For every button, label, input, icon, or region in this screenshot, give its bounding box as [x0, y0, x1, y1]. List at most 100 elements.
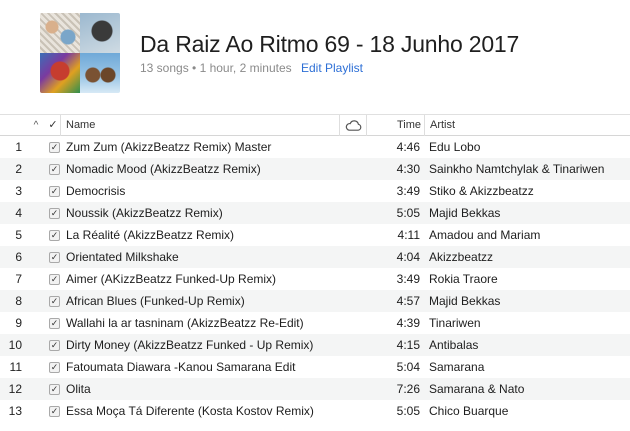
track-artist: Edu Lobo — [429, 140, 481, 154]
checkmark-icon: ✓ — [49, 274, 60, 285]
track-time: 4:39 — [396, 316, 420, 330]
track-number: 13 — [8, 404, 22, 418]
checkmark-icon: ✓ — [49, 186, 60, 197]
track-artist: Rokia Traore — [429, 272, 498, 286]
track-checkbox[interactable]: ✓ — [47, 136, 61, 158]
track-time: 4:04 — [396, 250, 420, 264]
table-row[interactable]: 11 ✓ Fatoumata Diawara -Kanou Samarana Edi… — [0, 356, 630, 378]
sort-arrow-icon[interactable]: ^ — [27, 115, 45, 136]
track-number: 1 — [15, 140, 22, 154]
track-name: Nomadic Mood (AkizzBeatzz Remix) — [66, 162, 261, 176]
table-row[interactable]: 13 ✓ Essa Moça Tá Diferente (Kosta Kostov … — [0, 400, 630, 422]
track-checkbox[interactable]: ✓ — [47, 378, 61, 400]
track-checkbox[interactable]: ✓ — [47, 224, 61, 246]
track-checkbox[interactable]: ✓ — [47, 290, 61, 312]
column-header-check[interactable]: ✓ — [45, 115, 61, 136]
track-time: 4:15 — [396, 338, 420, 352]
album-art-3 — [40, 53, 80, 93]
track-checkbox[interactable]: ✓ — [47, 312, 61, 334]
track-time: 4:30 — [396, 162, 420, 176]
track-name: Orientated Milkshake — [66, 250, 179, 264]
album-art-1 — [40, 13, 80, 53]
table-row[interactable]: 12 ✓ Olita 7:26 Samarana & Nato — [0, 378, 630, 400]
playlist-artwork[interactable] — [40, 13, 120, 93]
column-header-cloud[interactable] — [339, 115, 366, 136]
track-time: 5:04 — [396, 360, 420, 374]
track-name: Dirty Money (AkizzBeatzz Funked - Up Rem… — [66, 338, 314, 352]
track-artist: Majid Bekkas — [429, 206, 501, 220]
track-time: 5:05 — [396, 206, 420, 220]
track-artist: Samarana — [429, 360, 485, 374]
checkmark-icon: ✓ — [49, 230, 60, 241]
album-art-2 — [80, 13, 120, 53]
track-checkbox[interactable]: ✓ — [47, 400, 61, 422]
table-row[interactable]: 8 ✓ African Blues (Funked-Up Remix) 4:57 Maj… — [0, 290, 630, 312]
checkmark-icon: ✓ — [49, 318, 60, 329]
track-number: 9 — [15, 316, 22, 330]
track-name: La Réalité (AkizzBeatzz Remix) — [66, 228, 235, 242]
playlist-title: Da Raiz Ao Ritmo 69 - 18 Junho 2017 — [140, 31, 520, 57]
track-artist: Tinariwen — [429, 316, 481, 330]
table-row[interactable]: 6 ✓ Orientated Milkshake 4:04 Akizzbeatzz — [0, 246, 630, 268]
track-artist: Samarana & Nato — [429, 382, 525, 396]
track-checkbox[interactable]: ✓ — [47, 202, 61, 224]
track-number: 11 — [9, 360, 22, 374]
column-header-name[interactable]: Name — [60, 115, 339, 136]
edit-playlist-link[interactable]: Edit Playlist — [301, 61, 363, 75]
track-artist: Majid Bekkas — [429, 294, 501, 308]
track-time: 3:49 — [396, 184, 420, 198]
table-row[interactable]: 1 ✓ Zum Zum (AkizzBeatzz Remix) Master 4:46… — [0, 136, 630, 158]
table-row[interactable]: 10 ✓ Dirty Money (AkizzBeatzz Funked - Up … — [0, 334, 630, 356]
table-row[interactable]: 3 ✓ Democrisis 3:49 Stiko & Akizzbeatzz — [0, 180, 630, 202]
table-row[interactable]: 4 ✓ Noussik (AkizzBeatzz Remix) 5:05 Majid B… — [0, 202, 630, 224]
track-time: 4:46 — [396, 140, 420, 154]
checkmark-icon: ✓ — [49, 362, 60, 373]
track-number: 5 — [15, 228, 22, 242]
track-number: 4 — [15, 206, 22, 220]
track-name: Zum Zum (AkizzBeatzz Remix) Master — [66, 140, 272, 154]
track-artist: Sainkho Namtchylak & Tinariwen — [429, 162, 605, 176]
track-number: 6 — [15, 250, 22, 264]
track-checkbox[interactable]: ✓ — [47, 158, 61, 180]
track-checkbox[interactable]: ✓ — [47, 246, 61, 268]
checkmark-icon: ✓ — [49, 406, 60, 417]
checkmark-icon: ✓ — [49, 384, 60, 395]
column-header-artist[interactable]: Artist — [424, 115, 630, 136]
checkmark-icon: ✓ — [49, 208, 60, 219]
playlist-stats: 13 songs • 1 hour, 2 minutes — [140, 61, 292, 75]
track-artist: Amadou and Mariam — [429, 228, 541, 242]
track-list: 1 ✓ Zum Zum (AkizzBeatzz Remix) Master 4:46… — [0, 136, 630, 422]
table-row[interactable]: 7 ✓ Aimer (AKizzBeatzz Funked-Up Remix) 3:4… — [0, 268, 630, 290]
table-row[interactable]: 5 ✓ La Réalité (AkizzBeatzz Remix) 4:11 Amad… — [0, 224, 630, 246]
table-row[interactable]: 2 ✓ Nomadic Mood (AkizzBeatzz Remix) 4:30 Sa… — [0, 158, 630, 180]
column-header-time[interactable]: Time — [366, 115, 424, 136]
track-checkbox[interactable]: ✓ — [47, 180, 61, 202]
track-name: Wallahi la ar tasninam (AkizzBeatzz Re-E… — [66, 316, 304, 330]
track-checkbox[interactable]: ✓ — [47, 334, 61, 356]
track-time: 5:05 — [396, 404, 420, 418]
table-row[interactable]: 9 ✓ Wallahi la ar tasninam (AkizzBeatzz Re… — [0, 312, 630, 334]
track-name: Noussik (AkizzBeatzz Remix) — [66, 206, 223, 220]
track-artist: Antibalas — [429, 338, 479, 352]
track-name: Fatoumata Diawara -Kanou Samarana Edit — [66, 360, 296, 374]
track-artist: Stiko & Akizzbeatzz — [429, 184, 534, 198]
track-time: 7:26 — [396, 382, 420, 396]
track-number: 7 — [15, 272, 22, 286]
playlist-summary: 13 songs • 1 hour, 2 minutes Edit Playli… — [140, 61, 363, 75]
checkmark-icon: ✓ — [49, 340, 60, 351]
checkmark-icon: ✓ — [49, 142, 60, 153]
album-art-4 — [80, 53, 120, 93]
track-number: 8 — [15, 294, 22, 308]
track-number: 3 — [15, 184, 22, 198]
track-table: ^ ✓ Name Time Artist 1 ✓ Zum Zum (AkizzBea… — [0, 114, 630, 422]
checkmark-icon: ✓ — [49, 164, 60, 175]
track-name: Olita — [66, 382, 91, 396]
track-name: Aimer (AKizzBeatzz Funked-Up Remix) — [66, 272, 277, 286]
table-header: ^ ✓ Name Time Artist — [0, 114, 630, 136]
track-name: Essa Moça Tá Diferente (Kosta Kostov Rem… — [66, 404, 314, 418]
track-time: 4:57 — [396, 294, 420, 308]
track-checkbox[interactable]: ✓ — [47, 268, 61, 290]
track-checkbox[interactable]: ✓ — [47, 356, 61, 378]
track-artist: Chico Buarque — [429, 404, 509, 418]
track-number: 10 — [8, 338, 22, 352]
